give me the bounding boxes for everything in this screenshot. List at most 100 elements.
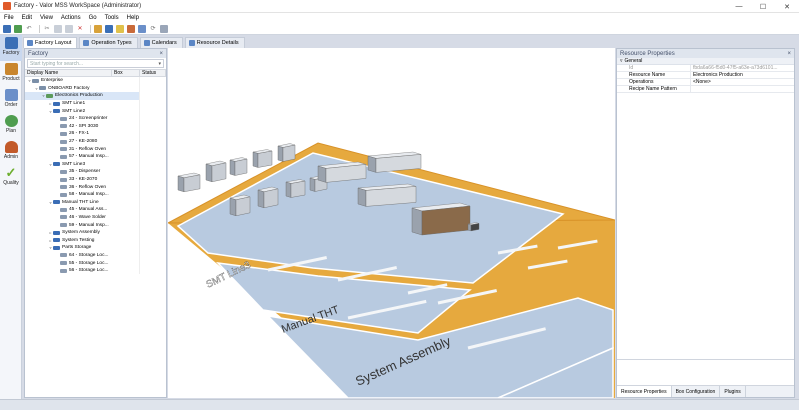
machine[interactable]: [467, 222, 480, 232]
sync-icon[interactable]: ⟳: [149, 25, 157, 33]
tree-node[interactable]: 26 - FX-1: [25, 130, 140, 138]
cut-icon[interactable]: ✂: [43, 25, 51, 33]
edit-icon[interactable]: [116, 24, 124, 33]
tree-node[interactable]: 24 - Screenprinter: [25, 114, 140, 123]
nav-admin[interactable]: Admin: [0, 139, 22, 165]
machine[interactable]: [357, 183, 417, 207]
tree-node[interactable]: ▿ Manual THT Line: [25, 198, 140, 207]
property-row-id[interactable]: Id fbda6a66-f5d0-47f5-a63e-a73d6101...: [617, 65, 794, 72]
tree-node[interactable]: ▹ SMT Line1: [25, 99, 140, 108]
tree-node[interactable]: ▹ System Testing: [25, 236, 140, 245]
tab-box-configuration[interactable]: Box Configuration: [672, 386, 721, 397]
tree-node[interactable]: ▿ SMT Line2: [25, 107, 140, 115]
nav-factory[interactable]: Factory: [0, 35, 22, 61]
machine[interactable]: [229, 194, 251, 217]
property-key: Operations: [617, 79, 691, 85]
minimize-button[interactable]: —: [727, 0, 751, 13]
panel-header: Resource Properties ×: [617, 49, 794, 58]
tree-node[interactable]: 46 - Wave Solder: [25, 213, 140, 222]
tree-node[interactable]: 33 - KE-2070: [25, 175, 140, 184]
property-row-operations[interactable]: Operations <None>: [617, 79, 794, 86]
machine[interactable]: [285, 179, 306, 198]
property-group[interactable]: ▿ General: [617, 58, 794, 65]
rotate-icon[interactable]: [94, 24, 102, 33]
tab-resource-properties[interactable]: Resource Properties: [617, 386, 672, 397]
menu-tools[interactable]: Tools: [105, 15, 119, 21]
view-icon[interactable]: [138, 24, 146, 33]
plan-icon: [4, 115, 18, 127]
tab-operation-types[interactable]: Operation Types: [79, 37, 138, 48]
grid-icon[interactable]: [160, 24, 168, 33]
menu-file[interactable]: File: [4, 15, 14, 21]
close-icon[interactable]: ×: [787, 51, 791, 57]
property-value[interactable]: Electronics Production: [691, 72, 743, 78]
toolbar-separator: [39, 24, 40, 33]
tree-node[interactable]: ▿ Parts Storage: [25, 244, 140, 252]
machine[interactable]: [257, 186, 279, 209]
property-row-resource-name[interactable]: Resource Name Electronics Production: [617, 72, 794, 79]
tool-icon[interactable]: [127, 24, 135, 33]
machine[interactable]: [252, 149, 273, 168]
tab-calendars[interactable]: Calendars: [139, 37, 183, 48]
menu-help[interactable]: Help: [127, 15, 139, 21]
machine[interactable]: [411, 202, 471, 236]
tree-node[interactable]: 27 - KE-2080: [25, 137, 140, 146]
tree-node-label: SMT Line3: [62, 161, 86, 167]
tree-node[interactable]: ▿ SMT Line3: [25, 160, 140, 169]
save-icon[interactable]: [3, 24, 11, 33]
tree-node[interactable]: ▿ Electronics Production: [25, 92, 140, 100]
tree-node[interactable]: 56 - Storage Loc...: [25, 266, 140, 275]
machine[interactable]: [177, 172, 201, 193]
menu-actions[interactable]: Actions: [61, 15, 81, 21]
copy-icon[interactable]: [54, 24, 62, 33]
layout-icon[interactable]: [105, 24, 113, 33]
tree-node[interactable]: 31 - Reflow Oven: [25, 145, 140, 153]
paste-icon[interactable]: [65, 24, 73, 33]
delete-icon[interactable]: ✕: [76, 25, 84, 33]
tree-node[interactable]: 35 - Dispenser: [25, 168, 140, 176]
tree-node[interactable]: ▹ System Assembly: [25, 228, 140, 237]
nav-order[interactable]: Order: [0, 87, 22, 113]
property-value[interactable]: [691, 86, 693, 92]
tree-node-label: 46 - Wave Solder: [69, 214, 106, 220]
close-icon[interactable]: ×: [159, 51, 163, 57]
column-status[interactable]: Status: [140, 70, 166, 76]
search-input[interactable]: Start typing for search... ▾: [27, 59, 164, 68]
tab-resource-details[interactable]: Resource Details: [184, 37, 245, 48]
property-value[interactable]: <None>: [691, 79, 711, 85]
column-display-name[interactable]: Display Name: [25, 70, 112, 76]
tree-node[interactable]: 55 - Storage Loc...: [25, 259, 140, 267]
machine[interactable]: [229, 157, 248, 176]
nav-plan[interactable]: Plan: [0, 113, 22, 139]
tree-node[interactable]: 58 - Manual Insp...: [25, 190, 140, 199]
close-button[interactable]: ✕: [775, 0, 799, 13]
tab-plugins[interactable]: Plugins: [720, 386, 746, 397]
maximize-button[interactable]: ☐: [751, 0, 775, 13]
tree-node[interactable]: 57 - Manual Insp...: [25, 152, 140, 161]
dropdown-icon[interactable]: ▾: [158, 61, 161, 67]
factory-layout-view[interactable]: SMT Line3 Manual THT System Assembly: [168, 48, 615, 398]
nav-product[interactable]: Product: [0, 61, 22, 87]
menu-go[interactable]: Go: [89, 15, 97, 21]
refresh-icon[interactable]: [14, 24, 22, 33]
tree-node-label: Enterprise: [41, 78, 63, 84]
menu-view[interactable]: View: [40, 15, 53, 21]
undo-icon[interactable]: ↶: [25, 25, 33, 33]
resource-icon: [53, 238, 60, 243]
property-row-recipe-pattern[interactable]: Recipe Name Pattern: [617, 86, 794, 93]
machine[interactable]: [205, 160, 227, 183]
tree-node[interactable]: 42 - SPI 3030: [25, 122, 140, 131]
factory-3d-scene[interactable]: SMT Line3 Manual THT System Assembly: [168, 48, 615, 398]
tree-node[interactable]: 59 - Manual Insp...: [25, 221, 140, 229]
tab-factory-layout[interactable]: Factory Layout: [23, 37, 78, 48]
tree-node[interactable]: 64 - Storage Loc...: [25, 251, 140, 260]
machine[interactable]: [277, 143, 296, 162]
menu-edit[interactable]: Edit: [22, 15, 32, 21]
tree-node[interactable]: 36 - Reflow Oven: [25, 183, 140, 191]
tree-node[interactable]: ▿ Enterprise: [25, 77, 140, 85]
calendar-icon: [143, 40, 150, 46]
nav-quality[interactable]: ✓ Quality: [0, 165, 22, 191]
column-box[interactable]: Box: [112, 70, 140, 76]
tree-node[interactable]: ▿ ONBOARD Factory: [25, 84, 140, 93]
tree-node[interactable]: 45 - Manual Ass...: [25, 206, 140, 214]
